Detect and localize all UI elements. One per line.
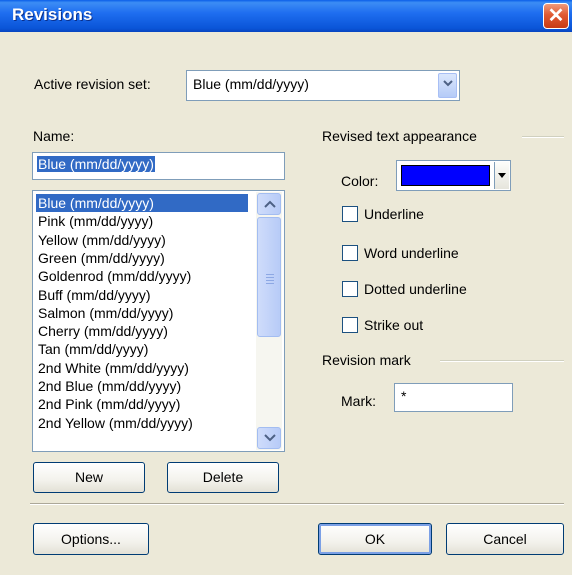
mark-input[interactable]: * — [394, 383, 513, 412]
name-label: Name: — [33, 128, 75, 144]
options-button-label: Options... — [61, 531, 121, 547]
underline-checkbox[interactable] — [342, 206, 358, 222]
list-item[interactable]: Buff (mm/dd/yyyy) — [36, 286, 248, 304]
dialog-title: Revisions — [12, 5, 93, 24]
strike-out-label: Strike out — [364, 317, 424, 333]
cancel-button-label: Cancel — [483, 531, 527, 547]
name-input[interactable]: Blue (mm/dd/yyyy) — [32, 152, 285, 180]
close-icon: ✕ — [547, 5, 565, 27]
appearance-group-line — [522, 136, 564, 138]
active-revision-set-label: Active revision set: — [34, 76, 151, 92]
list-item[interactable]: Salmon (mm/dd/yyyy) — [36, 304, 248, 322]
new-button[interactable]: New — [33, 462, 145, 493]
title-bar[interactable]: Revisions ✕ — [0, 0, 572, 32]
list-item[interactable]: Green (mm/dd/yyyy) — [36, 249, 248, 267]
chevron-down-icon[interactable] — [438, 73, 457, 98]
color-label: Color: — [341, 173, 379, 189]
active-revision-set-combo[interactable]: Blue (mm/dd/yyyy) — [186, 70, 460, 101]
word-underline-checkbox[interactable] — [342, 245, 358, 261]
list-item[interactable]: Yellow (mm/dd/yyyy) — [36, 231, 248, 249]
ok-button[interactable]: OK — [318, 523, 432, 555]
list-item[interactable]: Cherry (mm/dd/yyyy) — [36, 322, 248, 340]
color-dropdown-icon[interactable] — [494, 162, 509, 189]
delete-button-label: Delete — [202, 469, 244, 485]
cancel-button[interactable]: Cancel — [446, 523, 564, 555]
scroll-thumb[interactable] — [257, 217, 281, 337]
list-item[interactable]: Tan (mm/dd/yyyy) — [36, 340, 248, 358]
revised-text-appearance-heading: Revised text appearance — [322, 128, 477, 144]
list-item[interactable]: Goldenrod (mm/dd/yyyy) — [36, 267, 248, 285]
scroll-down-button[interactable] — [257, 427, 281, 449]
revisions-dialog: Revisions ✕ Active revision set: Blue (m… — [0, 0, 572, 575]
mark-input-value: * — [401, 388, 407, 404]
strike-out-checkbox[interactable] — [342, 317, 358, 333]
word-underline-label: Word underline — [364, 245, 459, 261]
dotted-underline-label: Dotted underline — [364, 281, 467, 297]
ok-button-label: OK — [364, 531, 386, 547]
list-item[interactable]: 2nd Yellow (mm/dd/yyyy) — [36, 414, 248, 432]
list-item[interactable]: 2nd Pink (mm/dd/yyyy) — [36, 395, 248, 413]
scroll-up-button[interactable] — [257, 193, 281, 215]
list-item[interactable]: Pink (mm/dd/yyyy) — [36, 212, 248, 230]
list-item[interactable]: Blue (mm/dd/yyyy) — [36, 194, 248, 212]
underline-label: Underline — [364, 206, 424, 222]
list-item[interactable]: 2nd White (mm/dd/yyyy) — [36, 359, 248, 377]
list-item[interactable]: 2nd Blue (mm/dd/yyyy) — [36, 377, 248, 395]
revision-list[interactable]: Blue (mm/dd/yyyy) Pink (mm/dd/yyyy) Yellow… — [32, 190, 285, 452]
revision-mark-group-line — [440, 360, 564, 362]
mark-label: Mark: — [341, 393, 376, 409]
color-swatch — [401, 165, 490, 186]
new-button-label: New — [74, 469, 103, 485]
dotted-underline-checkbox[interactable] — [342, 281, 358, 297]
revision-mark-heading: Revision mark — [322, 352, 411, 368]
options-button[interactable]: Options... — [33, 523, 149, 555]
dialog-separator — [30, 503, 564, 505]
list-scrollbar[interactable] — [256, 192, 282, 450]
close-button[interactable]: ✕ — [543, 3, 569, 29]
active-revision-set-value: Blue (mm/dd/yyyy) — [193, 76, 309, 92]
color-picker[interactable] — [396, 160, 511, 191]
delete-button[interactable]: Delete — [167, 462, 279, 493]
name-input-value: Blue (mm/dd/yyyy) — [37, 156, 155, 172]
